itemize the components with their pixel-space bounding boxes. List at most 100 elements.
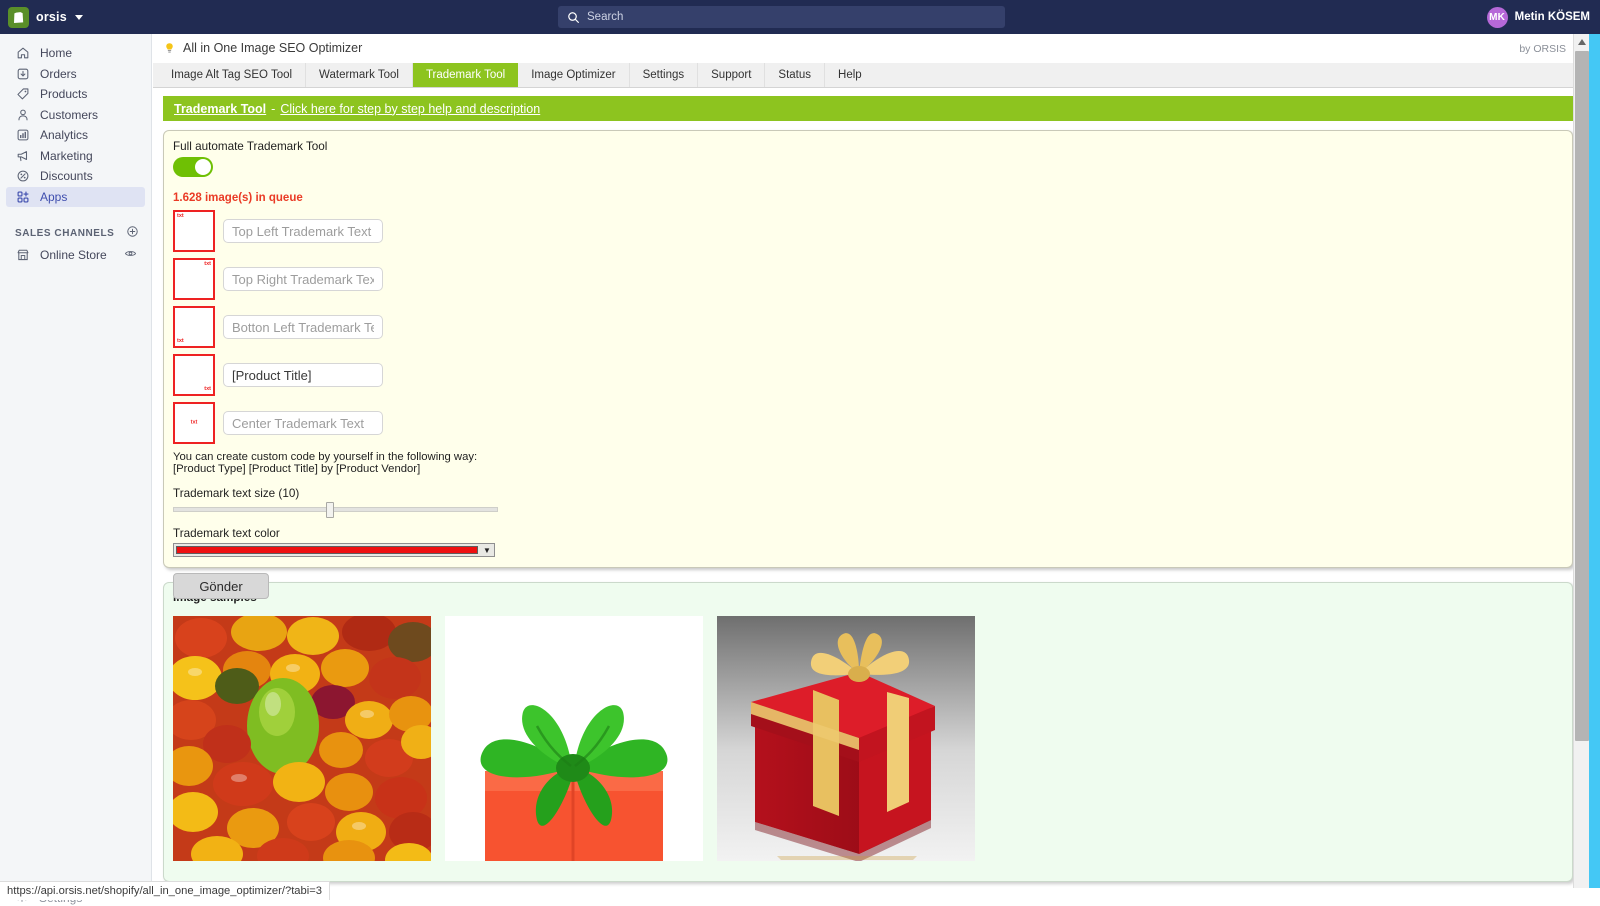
- position-preview-bottom-left[interactable]: txt: [173, 306, 215, 348]
- page-scrollbar[interactable]: [1573, 34, 1589, 900]
- tab-image-optimizer[interactable]: Image Optimizer: [518, 63, 629, 87]
- sidebar-item-label: Apps: [40, 191, 67, 203]
- apps-grid-icon: [15, 189, 30, 204]
- tab-bar: Image Alt Tag SEO Tool Watermark Tool Tr…: [153, 63, 1585, 88]
- position-preview-top-right[interactable]: txt: [173, 258, 215, 300]
- color-swatch: [176, 546, 478, 554]
- tab-status[interactable]: Status: [765, 63, 825, 87]
- sidebar-item-orders[interactable]: Orders: [6, 64, 145, 85]
- person-icon: [15, 107, 30, 122]
- store-name: orsis: [36, 10, 67, 24]
- text-size-slider[interactable]: [173, 507, 498, 512]
- orders-icon: [15, 66, 30, 81]
- trademark-form-panel: Full automate Trademark Tool 1.628 image…: [163, 130, 1573, 568]
- tab-label: Image Alt Tag SEO Tool: [171, 69, 292, 81]
- sales-channels-label: SALES CHANNELS: [15, 228, 114, 239]
- position-preview-top-left[interactable]: txt: [173, 210, 215, 252]
- tab-support[interactable]: Support: [698, 63, 765, 87]
- automate-label: Full automate Trademark Tool: [173, 140, 1572, 153]
- sidebar-item-customers[interactable]: Customers: [6, 105, 145, 126]
- tab-label: Settings: [643, 69, 685, 81]
- position-box-label: txt: [204, 262, 211, 268]
- sidebar-item-online-store[interactable]: Online Store: [6, 245, 145, 266]
- sidebar-item-marketing[interactable]: Marketing: [6, 146, 145, 167]
- sample-image-tomatoes: [173, 616, 431, 861]
- bottom-left-trademark-input[interactable]: [223, 315, 383, 339]
- plus-circle-icon[interactable]: [126, 225, 139, 241]
- sidebar-item-label: Home: [40, 47, 72, 59]
- status-bar-url: https://api.orsis.net/shopify/all_in_one…: [7, 885, 322, 897]
- search-bar[interactable]: [558, 6, 1005, 28]
- sample-image-gift-green-bow: [445, 616, 703, 861]
- tab-label: Watermark Tool: [319, 69, 399, 81]
- tab-watermark-tool[interactable]: Watermark Tool: [306, 63, 413, 87]
- custom-code-hint-line1: You can create custom code by yourself i…: [173, 451, 1572, 463]
- window-right-edge: [1589, 34, 1600, 900]
- app-content-area: All in One Image SEO Optimizer by ORSIS …: [153, 34, 1585, 900]
- position-preview-center[interactable]: txt: [173, 402, 215, 444]
- queue-status-text: 1.628 image(s) in queue: [173, 192, 1572, 204]
- top-left-trademark-input[interactable]: [223, 219, 383, 243]
- tab-settings[interactable]: Settings: [630, 63, 699, 87]
- sidebar-item-apps[interactable]: Apps: [6, 187, 145, 208]
- trademark-field-top-right: txt: [173, 258, 1572, 300]
- chevron-down-icon: ▼: [480, 544, 494, 556]
- sidebar-item-label: Orders: [40, 68, 77, 80]
- center-trademark-input[interactable]: [223, 411, 383, 435]
- sidebar-item-products[interactable]: Products: [6, 84, 145, 105]
- store-switcher[interactable]: orsis: [0, 0, 83, 34]
- position-box-label: txt: [204, 387, 211, 393]
- sidebar-item-discounts[interactable]: Discounts: [6, 166, 145, 187]
- trademark-field-bottom-right: txt: [173, 354, 1572, 396]
- tab-label: Support: [711, 69, 751, 81]
- avatar: MK: [1487, 7, 1508, 28]
- tab-trademark-tool[interactable]: Trademark Tool: [413, 63, 518, 87]
- toggle-knob: [195, 159, 211, 175]
- scrollbar-thumb[interactable]: [1575, 51, 1589, 741]
- custom-code-hint-line2: [Product Type] [Product Title] by [Produ…: [173, 463, 1572, 475]
- sidebar-item-home[interactable]: Home: [6, 43, 145, 64]
- tab-label: Image Optimizer: [531, 69, 615, 81]
- banner-help-link[interactable]: Click here for step by step help and des…: [280, 102, 540, 116]
- scroll-up-arrow[interactable]: [1574, 34, 1590, 50]
- tag-icon: [15, 87, 30, 102]
- text-color-select[interactable]: ▼: [173, 543, 495, 557]
- eye-icon[interactable]: [124, 247, 137, 263]
- trademark-field-top-left: txt: [173, 210, 1572, 252]
- app-credit: by ORSIS: [1519, 43, 1566, 55]
- help-banner: Trademark Tool - Click here for step by …: [163, 96, 1573, 121]
- storefront-icon: [15, 248, 30, 263]
- sales-channels-header: SALES CHANNELS: [15, 225, 139, 241]
- slider-thumb[interactable]: [326, 502, 334, 518]
- position-box-label: txt: [177, 339, 184, 345]
- top-navigation-bar: orsis MK Metin KÖSEM: [0, 0, 1600, 34]
- text-color-label: Trademark text color: [173, 527, 1572, 540]
- sample-image-gift-gold-ribbon: [717, 616, 975, 861]
- discount-icon: [15, 169, 30, 184]
- search-input[interactable]: [587, 8, 967, 26]
- bottom-right-trademark-input[interactable]: [223, 363, 383, 387]
- sidebar-item-analytics[interactable]: Analytics: [6, 125, 145, 146]
- samples-row: [173, 616, 1572, 861]
- tab-help[interactable]: Help: [825, 63, 875, 87]
- home-icon: [15, 46, 30, 61]
- tab-label: Help: [838, 69, 862, 81]
- trademark-field-center: txt: [173, 402, 1572, 444]
- sidebar-item-label: Products: [40, 88, 87, 100]
- shopify-bag-icon: [8, 7, 29, 28]
- chevron-down-icon: [75, 15, 83, 20]
- submit-button[interactable]: Gönder: [173, 573, 269, 599]
- tab-label: Trademark Tool: [426, 69, 505, 81]
- top-right-trademark-input[interactable]: [223, 267, 383, 291]
- text-size-label: Trademark text size (10): [173, 487, 1572, 500]
- custom-code-hint: You can create custom code by yourself i…: [173, 451, 1572, 475]
- tab-image-alt-tag-seo-tool[interactable]: Image Alt Tag SEO Tool: [158, 63, 306, 87]
- position-box-label: txt: [177, 214, 184, 220]
- position-preview-bottom-right[interactable]: txt: [173, 354, 215, 396]
- full-automate-toggle[interactable]: [173, 157, 213, 177]
- app-title-bar: All in One Image SEO Optimizer by ORSIS: [153, 34, 1585, 63]
- user-menu[interactable]: MK Metin KÖSEM: [1487, 0, 1590, 34]
- lightbulb-icon: [162, 41, 176, 55]
- user-name: Metin KÖSEM: [1515, 11, 1590, 23]
- megaphone-icon: [15, 148, 30, 163]
